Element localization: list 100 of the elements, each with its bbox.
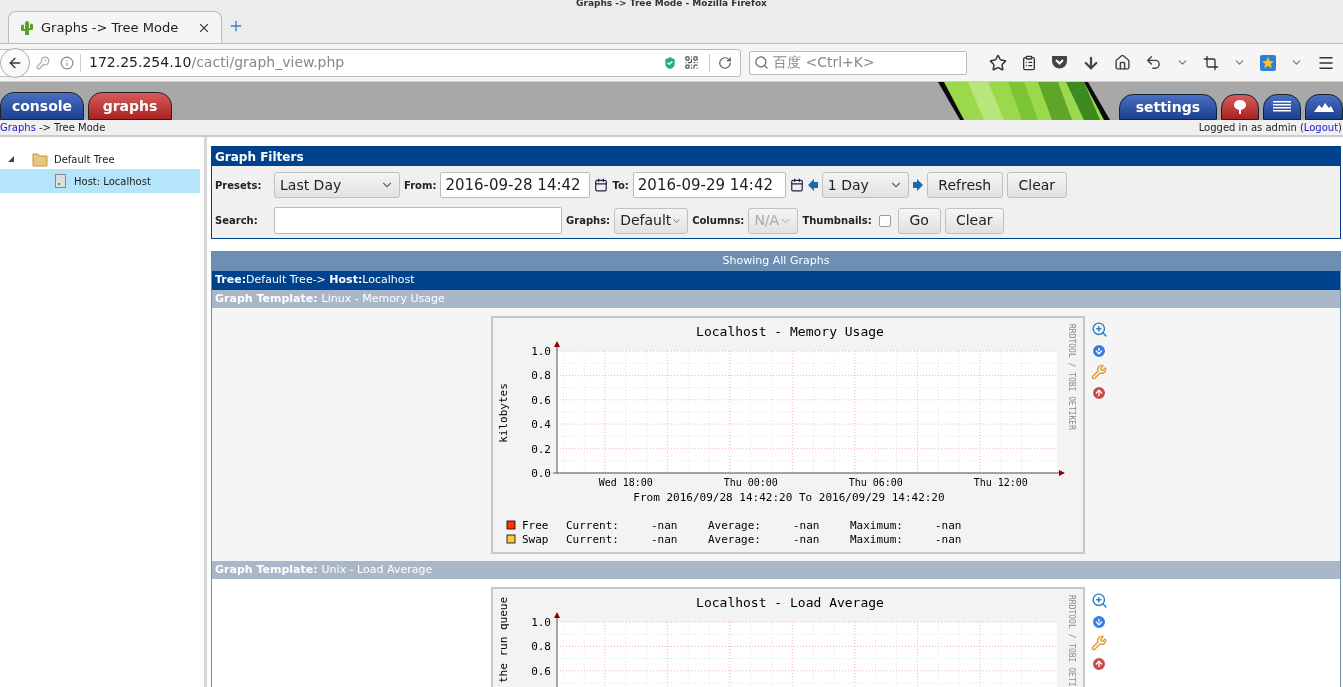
breadcrumb-link[interactable]: Graphs — [0, 120, 36, 135]
search-field[interactable]: 百度 <Ctrl+K> — [749, 50, 967, 75]
server-icon — [55, 174, 66, 188]
nav-tab[interactable] — [1305, 94, 1343, 120]
legend-text: Maximum: — [849, 533, 903, 546]
left-arrow-icon[interactable] — [807, 179, 818, 191]
info-icon[interactable] — [60, 55, 74, 70]
x-tick-label: Wed 18:00 — [598, 477, 653, 488]
legend-text: Current: — [565, 533, 619, 546]
nav-tab[interactable] — [1221, 94, 1259, 120]
y-tick-label: 0.4 — [530, 418, 551, 432]
folder-icon — [32, 151, 48, 167]
tree-item[interactable]: Host: Localhost — [0, 169, 200, 193]
y-tick-label: 0.8 — [530, 640, 551, 654]
field-label: Search: — [215, 214, 259, 228]
filter-button[interactable]: Refresh — [926, 172, 1003, 198]
template-header: Graph Template: Unix - Load Average — [212, 561, 1340, 579]
right-arrow-icon[interactable] — [912, 179, 923, 191]
nav-tab[interactable]: graphs — [88, 92, 172, 120]
legend-text: Swap — [521, 533, 548, 546]
watermark-text: RRDTOOL / TOBI OETI — [1066, 595, 1076, 687]
shield-icon[interactable] — [662, 54, 678, 71]
legend-text: Free — [521, 519, 548, 532]
y-axis-label: the run queue — [496, 596, 510, 683]
reload-icon[interactable] — [718, 55, 732, 70]
y-tick-label: 1.0 — [530, 345, 551, 358]
tab-title: Graphs -> Tree Mode — [41, 18, 180, 37]
tree-path: Tree:Default Tree-> Host:Localhost — [212, 271, 1340, 290]
legend-text: Average: — [707, 519, 761, 532]
bookmark-star-icon[interactable] — [989, 53, 1007, 72]
zoom-icon[interactable] — [1090, 592, 1108, 609]
nav-tab[interactable] — [1263, 94, 1301, 120]
mountain-icon — [1314, 102, 1334, 112]
pocket-icon[interactable] — [1051, 55, 1068, 70]
field-label: From: — [404, 178, 437, 193]
field-label: To: — [612, 178, 629, 193]
graph-title: Localhost - Load Average — [695, 595, 884, 610]
field-label: Graphs: — [566, 214, 611, 228]
breadcrumb-text: -> Tree Mode — [38, 121, 106, 135]
legend-text: Maximum: — [849, 519, 903, 532]
legend-text: -nan — [934, 533, 961, 546]
tree-item[interactable]: Default Tree — [0, 149, 200, 169]
new-tab-icon[interactable] — [228, 18, 244, 34]
legend-text: Average: — [707, 533, 761, 546]
x-tick-label: Thu 06:00 — [848, 477, 903, 488]
field-label: Thumbnails: — [802, 214, 872, 228]
undo-icon[interactable] — [1145, 54, 1162, 71]
date-field[interactable]: 2016-09-28 14:42 — [440, 172, 591, 198]
settings-tab[interactable]: settings — [1118, 94, 1217, 120]
filter-button[interactable]: Go — [897, 207, 941, 234]
x-tick-label: Thu 00:00 — [723, 477, 778, 488]
zoom-icon[interactable] — [1090, 321, 1108, 338]
star-badge-icon[interactable] — [1260, 54, 1276, 71]
back-button[interactable] — [0, 47, 30, 78]
preset-select[interactable]: Last Day — [274, 172, 400, 198]
thumbnails-checkbox[interactable] — [878, 214, 891, 227]
download-icon[interactable] — [1090, 614, 1107, 630]
y-tick-label: 0.2 — [530, 442, 551, 456]
watermark-text: RRDTOOL / TOBI OETIKER — [1066, 324, 1076, 430]
y-axis-label: kilobytes — [496, 383, 510, 443]
legend-text: -nan — [650, 519, 677, 532]
nav-tab[interactable]: console — [0, 92, 84, 120]
listing-header: Showing All Graphs — [212, 252, 1340, 271]
search-field[interactable] — [274, 207, 562, 234]
date-field[interactable]: 2016-09-29 14:42 — [632, 172, 786, 198]
calendar-icon[interactable] — [789, 178, 804, 192]
y-tick-label: 0.6 — [530, 393, 551, 407]
download-icon[interactable] — [1090, 343, 1107, 359]
graph-title: Localhost - Memory Usage — [695, 324, 884, 339]
legend-text: Current: — [565, 519, 619, 532]
timespan-select[interactable]: 1 Day — [821, 172, 909, 198]
list-icon — [1273, 101, 1291, 113]
field-label: Columns: — [692, 214, 745, 228]
filter-button[interactable]: Clear — [1006, 172, 1067, 198]
crop-icon[interactable] — [1203, 54, 1219, 71]
legend-text: -nan — [650, 533, 677, 546]
browser-tab[interactable]: Graphs -> Tree Mode — [8, 11, 222, 43]
template-header: Graph Template: Linux - Memory Usage — [212, 290, 1340, 308]
qr-code-icon[interactable] — [684, 55, 699, 70]
x-tick-label: Thu 12:00 — [973, 477, 1028, 488]
y-tick-label: 0.0 — [530, 467, 551, 480]
key-icon — [36, 55, 50, 70]
tree-icon — [1232, 99, 1248, 115]
expander-icon[interactable] — [8, 156, 14, 162]
window-title: Graphs -> Tree Mode - Mozilla Firefox — [576, 0, 767, 8]
legend-text: -nan — [792, 533, 819, 546]
calendar-icon[interactable] — [594, 178, 609, 192]
cactus-icon — [19, 19, 35, 36]
y-tick-label: 0.6 — [530, 664, 551, 678]
home-icon[interactable] — [1114, 54, 1131, 71]
panel-title: Graph Filters — [212, 147, 1340, 166]
filter-button[interactable]: Clear — [944, 207, 1004, 234]
reading-list-icon[interactable] — [1021, 54, 1037, 71]
y-tick-label: 1.0 — [530, 616, 551, 629]
search-icon — [754, 55, 769, 70]
graph-subtitle: From 2016/09/28 14:42:20 To 2016/09/29 14:42:20 — [632, 491, 945, 504]
graphs-select[interactable]: Default — [614, 207, 689, 234]
legend-text: -nan — [934, 519, 961, 532]
legend-text: -nan — [792, 519, 819, 532]
y-tick-label: 0.8 — [530, 369, 551, 383]
